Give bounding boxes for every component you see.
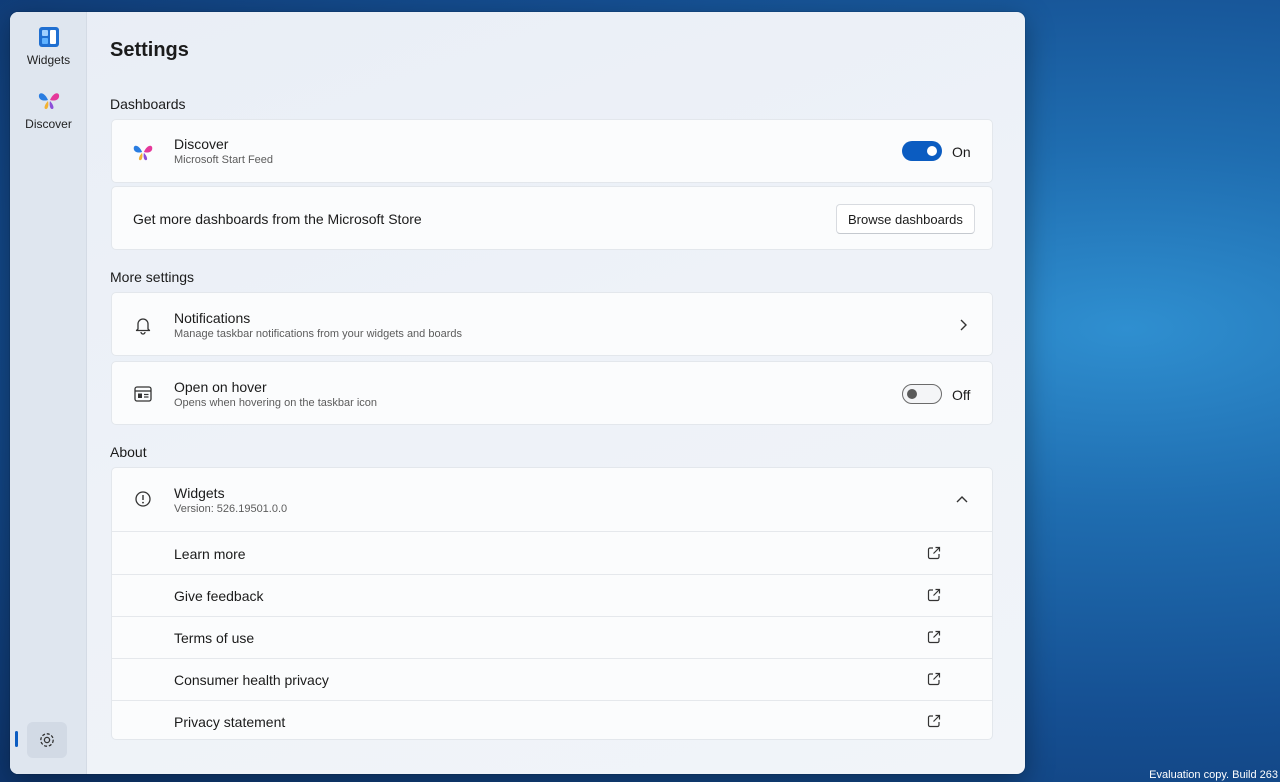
external-link-icon — [927, 714, 941, 728]
discover-subtitle: Microsoft Start Feed — [174, 154, 274, 166]
settings-content: Settings Dashboards Discover Microsoft S… — [110, 12, 995, 774]
open-on-hover-toggle[interactable] — [902, 384, 942, 404]
learn-more-link[interactable]: Learn more — [112, 533, 992, 574]
rail-item-discover[interactable]: Discover — [10, 88, 87, 142]
discover-setting-card: Discover Microsoft Start Feed On — [111, 119, 993, 183]
store-card: Get more dashboards from the Microsoft S… — [111, 186, 993, 250]
widgets-settings-window: Widgets Discover Settings Dashboards Dis… — [10, 12, 1025, 774]
give-feedback-link[interactable]: Give feedback — [112, 575, 992, 616]
link-label: Terms of use — [174, 630, 255, 646]
notifications-setting-card[interactable]: Notifications Manage taskbar notificatio… — [111, 292, 993, 356]
external-link-icon — [927, 588, 941, 602]
section-heading-dashboards: Dashboards — [110, 96, 186, 112]
rail-item-settings[interactable] — [27, 722, 67, 758]
section-heading-about: About — [110, 444, 147, 460]
evaluation-watermark: Evaluation copy. Build 263 — [1149, 769, 1278, 781]
store-text: Get more dashboards from the Microsoft S… — [133, 211, 422, 227]
link-label: Consumer health privacy — [174, 672, 329, 688]
notifications-subtitle: Manage taskbar notifications from your w… — [174, 328, 462, 340]
about-widgets-header[interactable]: Widgets Version: 526.19501.0.0 — [112, 468, 992, 531]
chevron-right-icon — [960, 319, 967, 331]
discover-title: Discover — [174, 136, 229, 152]
link-label: Learn more — [174, 546, 246, 562]
about-expander: Widgets Version: 526.19501.0.0 Learn mor… — [111, 467, 993, 740]
bell-icon — [135, 318, 151, 335]
terms-of-use-link[interactable]: Terms of use — [112, 617, 992, 658]
about-widgets-title: Widgets — [174, 485, 225, 501]
browse-dashboards-button[interactable]: Browse dashboards — [836, 204, 975, 234]
link-label: Give feedback — [174, 588, 264, 604]
about-widgets-version: Version: 526.19501.0.0 — [174, 503, 288, 515]
link-label: Privacy statement — [174, 714, 286, 730]
external-link-icon — [927, 546, 941, 560]
external-link-icon — [927, 630, 941, 644]
gear-icon — [40, 733, 54, 747]
section-heading-more-settings: More settings — [110, 269, 195, 285]
discover-toggle[interactable] — [902, 141, 942, 161]
notifications-icon-slot — [132, 314, 154, 336]
butterfly-icon — [133, 145, 153, 161]
rail-item-label: Widgets — [26, 53, 71, 67]
toggle-knob — [907, 389, 917, 399]
selection-indicator — [15, 731, 18, 747]
rail-item-widgets[interactable]: Widgets — [10, 26, 87, 80]
chevron-up-icon — [956, 496, 968, 503]
open-on-hover-icon-slot — [132, 383, 154, 405]
discover-toggle-state: On — [952, 144, 971, 160]
divider — [112, 531, 992, 532]
butterfly-icon — [38, 93, 59, 109]
rail-item-label: Discover — [25, 117, 72, 131]
open-on-hover-toggle-state: Off — [952, 387, 971, 403]
open-on-hover-subtitle: Opens when hovering on the taskbar icon — [174, 397, 378, 409]
notifications-title: Notifications — [174, 310, 251, 326]
open-on-hover-title: Open on hover — [174, 379, 267, 395]
navigation-rail: Widgets Discover — [10, 12, 87, 774]
discover-card-icon-slot — [132, 141, 154, 163]
widgets-icon — [38, 27, 59, 47]
privacy-statement-link[interactable]: Privacy statement — [112, 701, 992, 742]
info-icon — [135, 491, 151, 507]
about-icon-slot — [132, 488, 154, 510]
page-title: Settings — [110, 39, 189, 61]
consumer-health-privacy-link[interactable]: Consumer health privacy — [112, 659, 992, 700]
open-on-hover-setting-card: Open on hover Opens when hovering on the… — [111, 361, 993, 425]
external-link-icon — [927, 672, 941, 686]
toggle-knob — [927, 146, 937, 156]
board-icon — [134, 386, 152, 402]
